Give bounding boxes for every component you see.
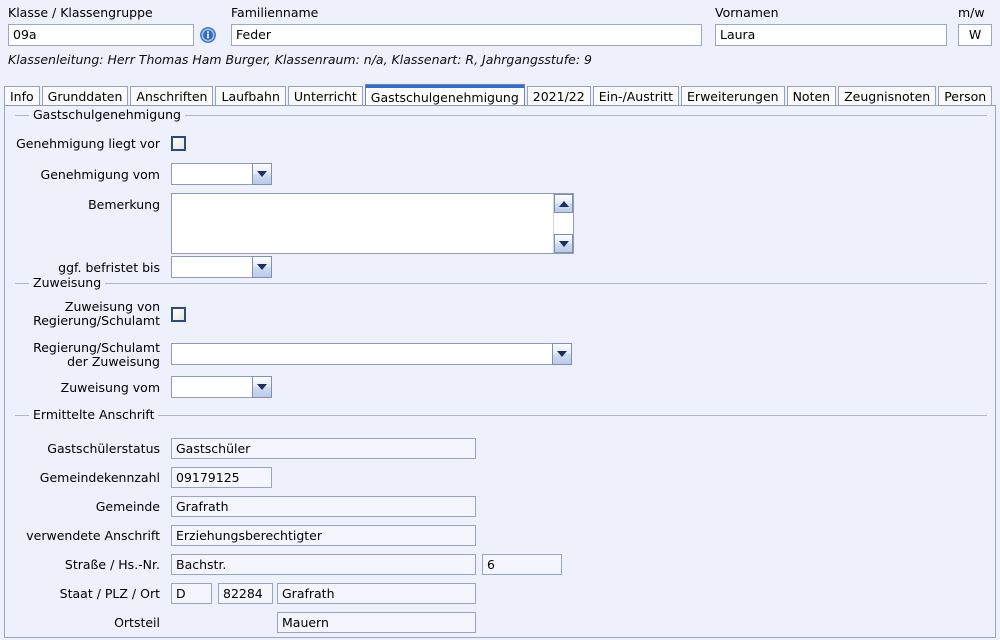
bemerkung-label: Bemerkung [88, 197, 160, 212]
bemerkung-scrollbar[interactable] [553, 194, 573, 253]
tab-bar: Info Grunddaten Anschriften Laufbahn Unt… [0, 84, 1000, 106]
bemerkung-textarea-wrapper[interactable] [171, 193, 574, 254]
staat-plz-ort-label: Staat / PLZ / Ort [59, 586, 160, 601]
genehmigung-vom-dropdown-button[interactable] [252, 163, 272, 185]
staat-field: D [171, 583, 212, 604]
group-zuweisung: Zuweisung Zuweisung von Regierung/Schula… [15, 275, 987, 403]
familienname-label: Familienname [231, 5, 319, 20]
tab-grunddaten[interactable]: Grunddaten [41, 86, 129, 106]
genehmigung-vom-combobox[interactable] [171, 163, 272, 185]
chevron-down-icon [257, 384, 267, 390]
gemeindekennzahl-label: Gemeindekennzahl [39, 470, 160, 485]
hausnummer-field: 6 [482, 554, 562, 575]
gemeinde-field: Grafrath [171, 496, 476, 517]
group-border [15, 415, 987, 416]
tab-unterricht[interactable]: Unterricht [287, 86, 363, 106]
tab-noten[interactable]: Noten [786, 86, 837, 106]
header-bar: Klasse / Klassengruppe 09a Familienname … [0, 0, 1000, 82]
group-dash [19, 415, 27, 416]
gemeindekennzahl-field: 09179125 [171, 467, 272, 488]
befristet-bis-input[interactable] [171, 256, 253, 278]
ortsteil-field: Mauern [277, 612, 476, 633]
zuweisung-vom-combobox[interactable] [171, 376, 272, 398]
genehmigung-vom-input[interactable] [171, 163, 253, 185]
scroll-up-button[interactable] [554, 194, 573, 213]
chevron-up-icon [558, 200, 569, 207]
tab-zeugnisnoten[interactable]: Zeugnisnoten [838, 86, 937, 106]
tab-laufbahn[interactable]: Laufbahn [215, 86, 286, 106]
befristet-bis-label: ggf. befristet bis [58, 260, 160, 275]
gender-input[interactable]: W [958, 24, 992, 46]
vornamen-label: Vornamen [715, 5, 779, 20]
befristet-bis-combobox[interactable] [171, 256, 272, 278]
bemerkung-textarea[interactable] [172, 194, 553, 253]
zuweisung-vom-dropdown-button[interactable] [252, 376, 272, 398]
group-border [15, 283, 987, 284]
tab-info[interactable]: Info [4, 86, 40, 106]
ortsteil-label: Ortsteil [114, 615, 160, 630]
zuweisung-von-checkbox[interactable] [171, 307, 186, 322]
gender-label: m/w [958, 5, 985, 20]
scroll-down-button[interactable] [554, 234, 573, 253]
strasse-field: Bachstr. [171, 554, 476, 575]
group-title-ermittelte-anschrift: Ermittelte Anschrift [29, 407, 159, 422]
strasse-hausnummer-label: Straße / Hs.-Nr. [64, 557, 160, 572]
verwendete-anschrift-label: verwendete Anschrift [26, 528, 160, 543]
regierung-schulamt-dropdown-button[interactable] [552, 343, 572, 365]
vornamen-input[interactable]: Laura [715, 24, 947, 46]
zuweisung-von-label: Zuweisung von Regierung/Schulamt [33, 299, 160, 328]
klasse-label: Klasse / Klassengruppe [8, 5, 153, 20]
info-icon[interactable] [200, 27, 216, 43]
chevron-down-icon [257, 171, 267, 177]
chevron-down-icon [257, 264, 267, 270]
familienname-input[interactable]: Feder [231, 24, 702, 46]
klassenleitung-info: Klassenleitung: Herr Thomas Ham Burger, … [8, 52, 592, 67]
tab-anschriften[interactable]: Anschriften [130, 86, 214, 106]
genehmigung-vom-label: Genehmigung vom [40, 167, 160, 182]
tab-erweiterungen[interactable]: Erweiterungen [681, 86, 785, 106]
genehmigung-liegt-vor-label: Genehmigung liegt vor [16, 136, 160, 151]
zuweisung-vom-input[interactable] [171, 376, 253, 398]
tab-ein-austritt[interactable]: Ein-/Austritt [592, 86, 680, 106]
verwendete-anschrift-field: Erziehungsberechtigter [171, 525, 476, 546]
gastschuelerstatus-field: Gastschüler [171, 438, 476, 459]
plz-field: 82284 [218, 583, 273, 604]
tab-2021-22[interactable]: 2021/22 [526, 86, 591, 106]
regierung-schulamt-label: Regierung/Schulamt der Zuweisung [33, 340, 160, 369]
tab-person[interactable]: Person [938, 86, 993, 106]
zuweisung-vom-label: Zuweisung vom [60, 380, 160, 395]
group-ermittelte-anschrift: Ermittelte Anschrift Gastschülerstatus G… [15, 407, 987, 633]
content-panel: Gastschulgenehmigung Genehmigung liegt v… [4, 105, 996, 638]
genehmigung-liegt-vor-checkbox[interactable] [171, 136, 186, 151]
group-title-gastschulgenehmigung: Gastschulgenehmigung [29, 107, 185, 122]
chevron-down-icon [558, 240, 569, 247]
regierung-schulamt-combobox[interactable] [171, 343, 572, 365]
group-dash [19, 115, 27, 116]
tab-gastschulgenehmigung[interactable]: Gastschulgenehmigung [364, 84, 525, 106]
befristet-bis-dropdown-button[interactable] [252, 256, 272, 278]
group-gastschulgenehmigung: Gastschulgenehmigung Genehmigung liegt v… [15, 107, 987, 278]
group-title-zuweisung: Zuweisung [29, 275, 106, 290]
group-dash [19, 283, 27, 284]
ort-field: Grafrath [277, 583, 476, 604]
gemeinde-label: Gemeinde [95, 499, 160, 514]
gastschuelerstatus-label: Gastschülerstatus [47, 441, 160, 456]
klasse-input[interactable]: 09a [8, 24, 194, 46]
regierung-schulamt-input[interactable] [171, 343, 553, 365]
chevron-down-icon [557, 351, 567, 357]
